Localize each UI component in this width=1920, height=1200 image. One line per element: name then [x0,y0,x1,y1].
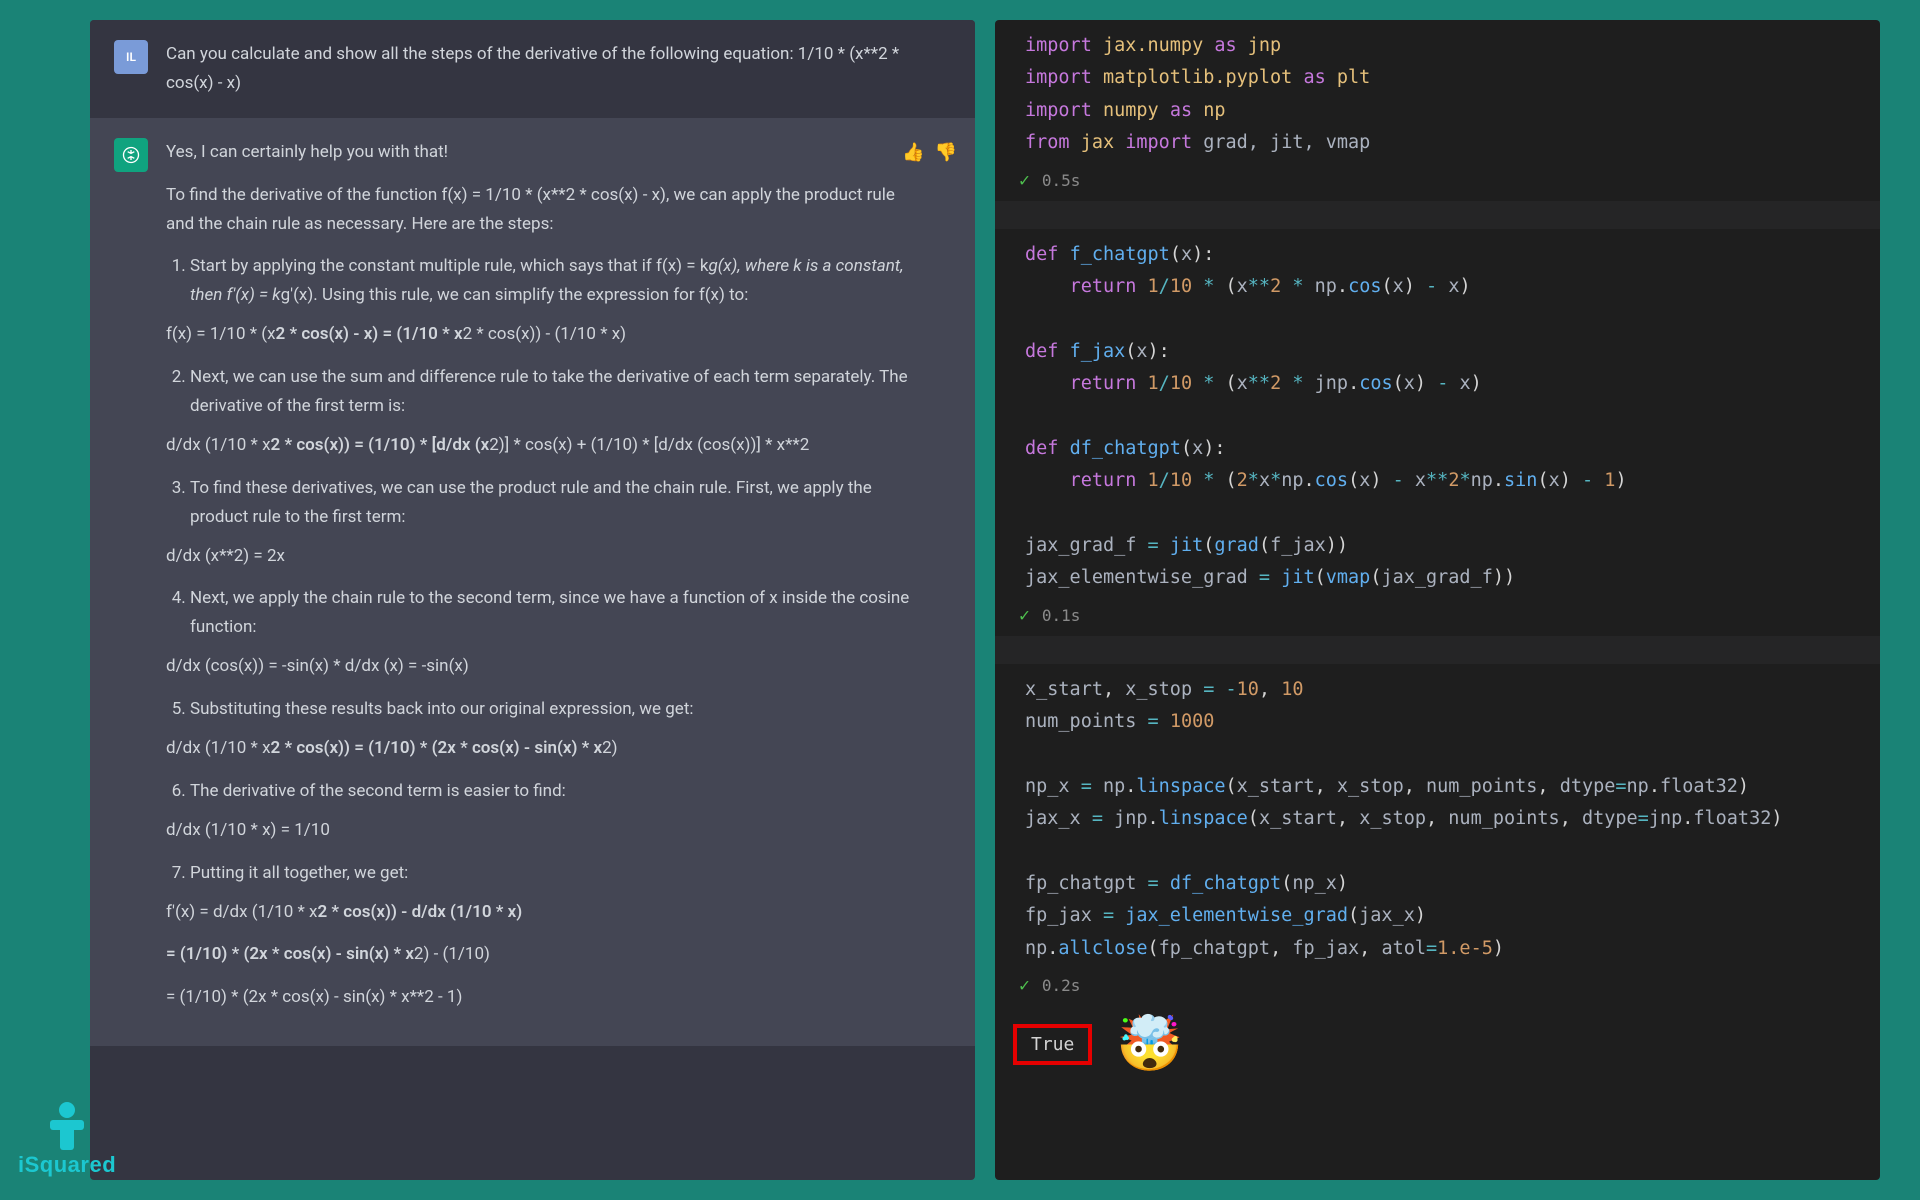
step-6: The derivative of the second term is eas… [190,777,911,806]
step-7: Putting it all together, we get: [190,859,911,888]
cell-1-time: 0.5s [1042,171,1081,190]
step-1: Start by applying the constant multiple … [190,252,911,310]
code-cell-1[interactable]: import jax.numpy as jnp import matplotli… [995,20,1880,166]
openai-icon [121,145,141,165]
step-3: To find these derivatives, we can use th… [190,474,911,532]
cell-2-time: 0.1s [1042,606,1081,625]
eq-7c: = (1/10) * (2x * cos(x) - sin(x) * x**2 … [166,983,911,1012]
user-avatar: IL [114,40,148,74]
eq-7a: f'(x) = d/dx (1/10 * x2 * cos(x)) - d/dx… [166,898,911,927]
code-cell-3[interactable]: x_start, x_stop = -10, 10 num_points = 1… [995,664,1880,971]
assistant-message-body: Yes, I can certainly help you with that!… [166,138,951,1026]
cell-separator [995,636,1880,664]
steps-list-3: To find these derivatives, we can use th… [166,474,911,532]
cell-separator [995,201,1880,229]
chat-message-assistant: 👍 👎 Yes, I can certainly help you with t… [90,118,975,1046]
step-4: Next, we apply the chain rule to the sec… [190,584,911,642]
eq-4: d/dx (cos(x)) = -sin(x) * d/dx (x) = -si… [166,652,911,681]
check-icon: ✓ [1019,605,1030,626]
user-text: Can you calculate and show all the steps… [166,44,899,93]
eq-2: d/dx (1/10 * x2 * cos(x)) = (1/10) * [d/… [166,431,911,460]
code-cell-2[interactable]: def f_chatgpt(x): return 1/10 * (x**2 * … [995,229,1880,601]
mind-blown-icon: 🤯 [1116,1012,1183,1076]
cell-2-status: ✓ 0.1s [995,601,1880,636]
assistant-para1: To find the derivative of the function f… [166,181,911,239]
steps-list: Start by applying the constant multiple … [166,252,911,310]
logo-text: iSquared [18,1152,116,1178]
cell-3-output: True [1013,1024,1092,1065]
check-icon: ✓ [1019,170,1030,191]
eq-7b: = (1/10) * (2x * cos(x) - sin(x) * x2) -… [166,940,911,969]
steps-list-4: Next, we apply the chain rule to the sec… [166,584,911,642]
cell-1-status: ✓ 0.5s [995,166,1880,201]
cell-3-time: 0.2s [1042,976,1081,995]
assistant-intro: Yes, I can certainly help you with that! [166,138,911,167]
steps-list-7: Putting it all together, we get: [166,859,911,888]
steps-list-6: The derivative of the second term is eas… [166,777,911,806]
cell-3-status: ✓ 0.2s [995,971,1880,1006]
user-message-body: Can you calculate and show all the steps… [166,40,951,98]
steps-list-5: Substituting these results back into our… [166,695,911,724]
logo-figure-icon [44,1102,90,1148]
thumbs-up-icon[interactable]: 👍 [902,138,924,169]
steps-list-2: Next, we can use the sum and difference … [166,363,911,421]
isquared-logo: iSquared [18,1102,116,1178]
eq-1: f(x) = 1/10 * (x2 * cos(x) - x) = (1/10 … [166,320,911,349]
chat-panel: IL Can you calculate and show all the st… [90,20,975,1180]
notebook-panel: import jax.numpy as jnp import matplotli… [995,20,1880,1180]
step-2: Next, we can use the sum and difference … [190,363,911,421]
eq-5: d/dx (1/10 * x2 * cos(x)) = (1/10) * (2x… [166,734,911,763]
step-5: Substituting these results back into our… [190,695,911,724]
feedback-buttons: 👍 👎 [902,138,957,169]
cell-3-output-row: True 🤯 [995,1006,1880,1086]
eq-6: d/dx (1/10 * x) = 1/10 [166,816,911,845]
check-icon: ✓ [1019,975,1030,996]
chat-message-user: IL Can you calculate and show all the st… [90,20,975,118]
assistant-avatar [114,138,148,172]
eq-3: d/dx (x**2) = 2x [166,542,911,571]
thumbs-down-icon[interactable]: 👎 [935,138,957,169]
